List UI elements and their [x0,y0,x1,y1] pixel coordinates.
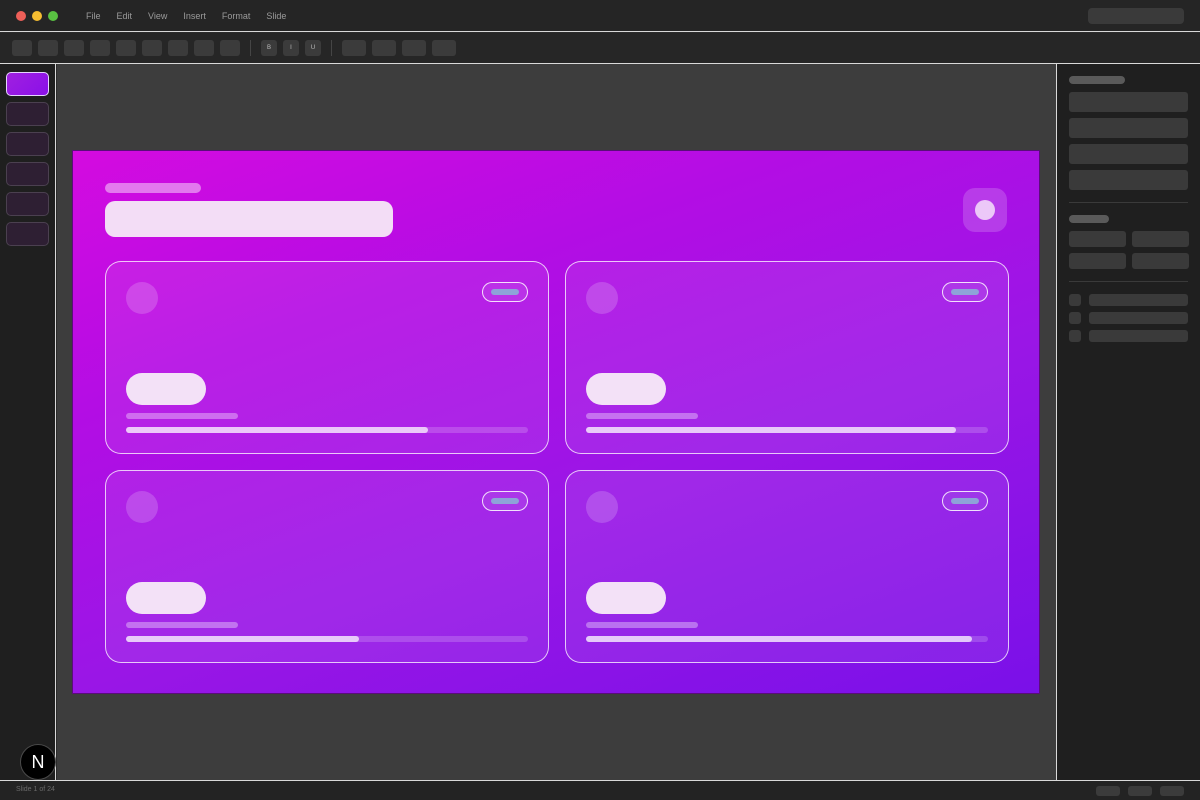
properties-panel [1056,64,1200,780]
card-value-placeholder [586,373,666,405]
title-bar: File Edit View Insert Format Slide [0,0,1200,32]
stat-card[interactable] [565,470,1009,663]
checkbox-label [1089,330,1188,342]
status-button-1[interactable] [1096,786,1120,796]
status-bar: Slide 1 of 24 [0,780,1200,800]
slide-thumbnails-panel [0,64,56,780]
toolbar-button-10[interactable] [342,40,366,56]
property-input-4[interactable] [1132,253,1189,269]
card-icon [586,491,618,523]
checkbox[interactable] [1069,330,1081,342]
progress-bar [586,427,988,433]
slide-subtitle-placeholder [105,183,201,193]
toolbar-button-3[interactable] [64,40,84,56]
minimize-window-button[interactable] [32,11,42,21]
progress-bar [586,636,988,642]
underline-button[interactable]: U [305,40,321,56]
card-icon [126,491,158,523]
toolbar-divider [250,40,251,56]
close-window-button[interactable] [16,11,26,21]
toolbar-button-13[interactable] [432,40,456,56]
card-tag [942,282,988,302]
slide-thumbnail-6[interactable] [6,222,49,246]
toolbar-button-5[interactable] [116,40,136,56]
progress-bar [126,636,528,642]
property-field-1[interactable] [1069,92,1188,112]
toolbar-button-9[interactable] [220,40,240,56]
menu-insert[interactable]: Insert [183,11,206,21]
stat-card[interactable] [105,470,549,663]
card-icon [126,282,158,314]
checkbox[interactable] [1069,312,1081,324]
slide-thumbnail-2[interactable] [6,102,49,126]
toolbar-button-2[interactable] [38,40,58,56]
property-input-3[interactable] [1069,253,1126,269]
slide-logo-badge [963,188,1007,232]
toolbar-button-6[interactable] [142,40,162,56]
checkbox[interactable] [1069,294,1081,306]
card-value-placeholder [126,373,206,405]
toolbar-button-4[interactable] [90,40,110,56]
property-input-1[interactable] [1069,231,1126,247]
progress-fill [586,636,972,642]
toolbar-button-1[interactable] [12,40,32,56]
menu-file[interactable]: File [86,11,101,21]
toolbar-button-8[interactable] [194,40,214,56]
property-input-2[interactable] [1132,231,1189,247]
section-heading [1069,76,1125,84]
progress-bar [126,427,528,433]
card-tag [942,491,988,511]
slide-title-placeholder [105,201,393,237]
circle-icon [975,200,995,220]
stat-card[interactable] [105,261,549,454]
italic-button[interactable]: I [283,40,299,56]
slide-counter: Slide 1 of 24 [16,786,55,793]
slide-canvas [57,64,1056,780]
slide-thumbnail-1[interactable] [6,72,49,96]
bold-button[interactable]: B [261,40,277,56]
checkbox-label [1089,294,1188,306]
card-value-placeholder [586,582,666,614]
checkbox-label [1089,312,1188,324]
menu-format[interactable]: Format [222,11,251,21]
divider [1069,202,1188,203]
app-logo-icon[interactable]: N [20,744,56,780]
progress-fill [586,427,956,433]
toolbar-button-7[interactable] [168,40,188,56]
menu-slide[interactable]: Slide [266,11,286,21]
progress-fill [126,636,360,642]
slide-thumbnail-3[interactable] [6,132,49,156]
presentation-editor: File Edit View Insert Format Slide B I U [0,0,1200,800]
stat-card[interactable] [565,261,1009,454]
toolbar-divider [331,40,332,56]
status-button-3[interactable] [1160,786,1184,796]
slide-thumbnail-4[interactable] [6,162,49,186]
toolbar: B I U [0,33,1200,64]
card-tag [482,282,528,302]
slide-thumbnail-5[interactable] [6,192,49,216]
property-field-4[interactable] [1069,170,1188,190]
property-field-2[interactable] [1069,118,1188,138]
slide[interactable] [72,150,1040,694]
card-label-placeholder [586,413,698,419]
card-icon [586,282,618,314]
divider [1069,281,1188,282]
property-field-3[interactable] [1069,144,1188,164]
menu-edit[interactable]: Edit [117,11,133,21]
toolbar-button-11[interactable] [372,40,396,56]
search-field[interactable] [1088,8,1184,24]
progress-fill [126,427,428,433]
card-label-placeholder [126,413,238,419]
menu-bar: File Edit View Insert Format Slide [86,0,302,32]
status-button-2[interactable] [1128,786,1152,796]
card-label-placeholder [126,622,238,628]
maximize-window-button[interactable] [48,11,58,21]
toolbar-button-12[interactable] [402,40,426,56]
section-heading [1069,215,1109,223]
card-tag [482,491,528,511]
card-value-placeholder [126,582,206,614]
card-label-placeholder [586,622,698,628]
menu-view[interactable]: View [148,11,167,21]
